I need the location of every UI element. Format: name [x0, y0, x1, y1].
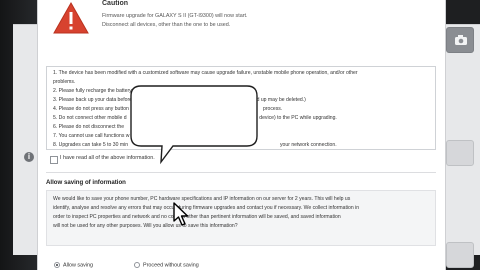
policy-line: order to inspect PC properties and netwo… [53, 214, 341, 220]
caution-message-1: Firmware upgrade for GALAXY S II (GT-I93… [102, 13, 248, 19]
allow-saving-option[interactable]: Allow saving [54, 262, 93, 268]
side-action-button[interactable] [446, 140, 474, 166]
notice-fragment: your network connection. [280, 142, 337, 148]
warning-triangle-icon [53, 2, 89, 34]
notice-line: 6. Please do not disconnect the [53, 124, 125, 130]
policy-line: identify, analyse and resolve any errors… [53, 205, 360, 211]
notice-line: 7. You cannot use call functions w [53, 133, 130, 139]
allow-saving-radio[interactable] [54, 262, 60, 268]
notice-fragment: process. [263, 106, 283, 112]
proceed-without-saving-label: Proceed without saving [143, 262, 199, 269]
caution-title: Caution [102, 0, 129, 7]
notice-line: 5. Do not connect other mobile d [53, 115, 127, 121]
mouse-pointer-icon [173, 202, 189, 226]
notice-line: problems. [53, 79, 76, 85]
camera-button[interactable] [446, 27, 474, 53]
divider [46, 172, 436, 173]
proceed-without-saving-radio[interactable] [134, 262, 140, 268]
caution-message-2: Disconnect all devices, other than the o… [102, 22, 231, 28]
side-action-button-2[interactable] [446, 242, 474, 268]
camera-icon [455, 35, 467, 45]
notice-line: 8. Upgrades can take 5 to 30 min [53, 142, 129, 148]
info-icon[interactable]: i [24, 152, 34, 162]
policy-line: We would like to save your phone number,… [53, 196, 351, 202]
speech-bubble-callout [130, 85, 258, 165]
allow-saving-title: Allow saving of information [46, 179, 126, 186]
saving-policy-box: We would like to save your phone number,… [46, 190, 436, 246]
notice-line: 2. Please fully recharge the battery b [53, 88, 136, 94]
policy-line: will not be used for any other purposes.… [53, 223, 238, 229]
notice-fragment: d device) to the PC while upgrading. [255, 115, 337, 121]
allow-saving-label: Allow saving [63, 262, 93, 269]
notice-line: 4. Please do not press any button [53, 106, 129, 112]
proceed-without-saving-option[interactable]: Proceed without saving [134, 262, 199, 268]
agreement-checkbox[interactable] [50, 156, 58, 164]
notice-line: 1. The device has been modified with a c… [53, 70, 358, 76]
notice-line: 3. Please back up your data before [53, 97, 133, 103]
